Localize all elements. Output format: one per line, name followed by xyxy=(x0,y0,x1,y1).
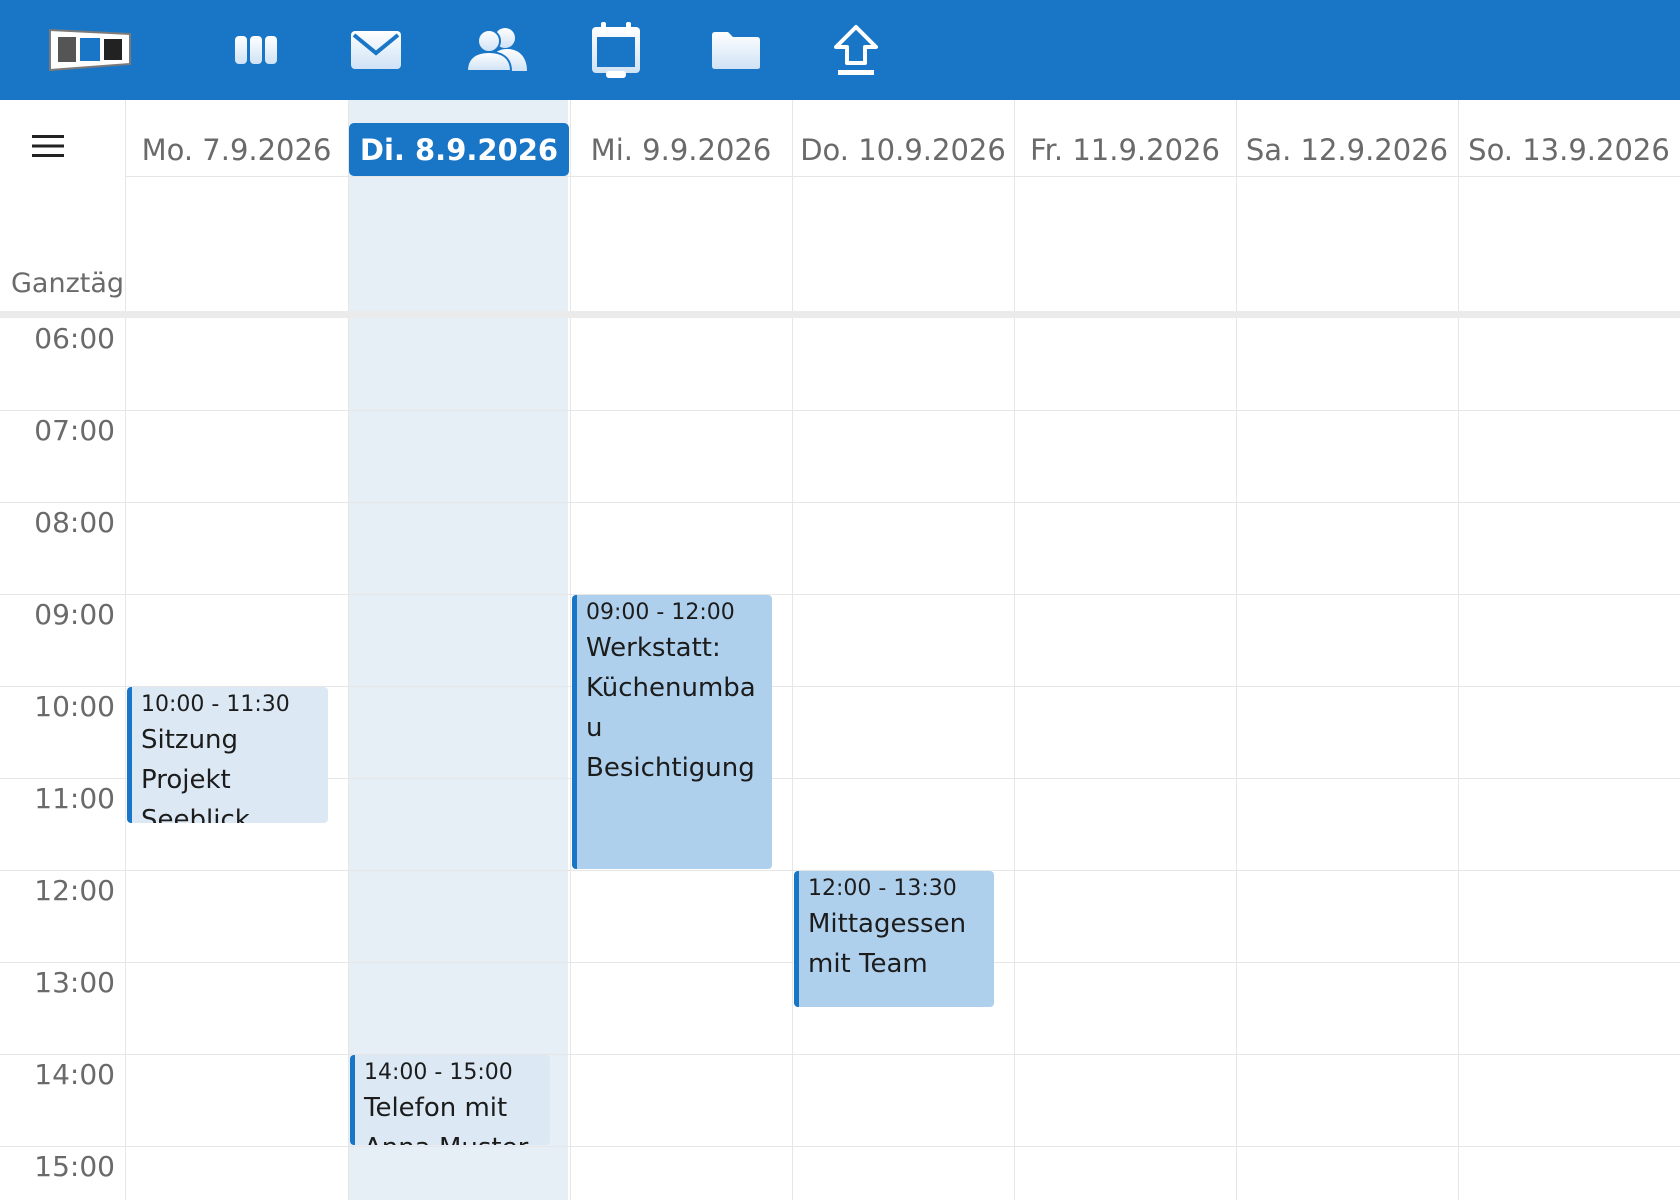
top-toolbar xyxy=(0,0,1680,100)
time-label: 12:00 xyxy=(34,874,115,907)
time-label: 13:00 xyxy=(34,966,115,999)
day-header-1[interactable]: Mo. 7.9.2026 xyxy=(125,123,348,176)
event-title: Werkstatt: Küchenumbau Besichtigung xyxy=(586,633,756,783)
time-label: 07:00 xyxy=(34,414,115,447)
time-label: 14:00 xyxy=(34,1058,115,1091)
time-label: 09:00 xyxy=(34,598,115,631)
column-divider xyxy=(1458,100,1459,1200)
event-title: Telefon mit Anna Muster xyxy=(364,1093,528,1145)
grid-columns-icon[interactable] xyxy=(226,0,286,100)
column-divider xyxy=(125,100,126,1200)
event-title: Mittagessen mit Team xyxy=(808,909,967,979)
header-divider xyxy=(125,176,1680,177)
time-label: 08:00 xyxy=(34,506,115,539)
column-divider xyxy=(570,100,571,1200)
menu-button[interactable] xyxy=(16,108,80,184)
column-divider xyxy=(1236,100,1237,1200)
time-label: 11:00 xyxy=(34,782,115,815)
day-header-7[interactable]: So. 13.9.2026 xyxy=(1458,123,1680,176)
hour-line xyxy=(0,594,1680,595)
time-label: 10:00 xyxy=(34,690,115,723)
today-column-highlight xyxy=(348,100,568,1200)
day-header-3[interactable]: Mi. 9.9.2026 xyxy=(570,123,792,176)
time-label: 06:00 xyxy=(34,322,115,355)
mail-icon[interactable] xyxy=(346,0,406,100)
day-header-6[interactable]: Sa. 12.9.2026 xyxy=(1236,123,1458,176)
column-divider xyxy=(1014,100,1015,1200)
hamburger-menu-icon xyxy=(32,135,64,157)
app-logo[interactable] xyxy=(40,0,140,100)
allday-separator xyxy=(0,311,1680,318)
event-time: 09:00 - 12:00 xyxy=(586,600,735,625)
calendar-event[interactable]: 14:00 - 15:00 Telefon mit Anna Muster xyxy=(350,1055,550,1145)
calendar-icon[interactable] xyxy=(586,0,646,100)
contacts-icon[interactable] xyxy=(462,0,532,100)
event-title: Sitzung Projekt Seeblick xyxy=(141,725,250,823)
hour-line xyxy=(0,410,1680,411)
event-time: 12:00 - 13:30 xyxy=(808,876,957,901)
calendar-event[interactable]: 12:00 - 13:30 Mittagessen mit Team xyxy=(794,871,994,1007)
allday-label: Ganztägig xyxy=(11,268,126,299)
day-header-2[interactable]: Di. 8.9.2026 xyxy=(349,123,569,176)
column-divider xyxy=(348,100,349,1200)
calendar-event[interactable]: 09:00 - 12:00 Werkstatt: Küchenumbau Besi… xyxy=(572,595,772,869)
calendar-event[interactable]: 10:00 - 11:30 Sitzung Projekt Seeblick xyxy=(127,687,328,823)
upload-icon[interactable] xyxy=(826,0,886,100)
hour-line xyxy=(0,502,1680,503)
time-label: 15:00 xyxy=(34,1150,115,1183)
week-calendar: Mo. 7.9.2026 Di. 8.9.2026 Mi. 9.9.2026 Do. … xyxy=(0,100,1680,1200)
column-divider xyxy=(792,100,793,1200)
event-time: 10:00 - 11:30 xyxy=(141,692,290,717)
event-time: 14:00 - 15:00 xyxy=(364,1060,513,1085)
hour-line xyxy=(0,1146,1680,1147)
folder-icon[interactable] xyxy=(706,0,766,100)
day-header-4[interactable]: Do. 10.9.2026 xyxy=(792,123,1014,176)
day-header-5[interactable]: Fr. 11.9.2026 xyxy=(1014,123,1236,176)
hour-line xyxy=(0,1054,1680,1055)
